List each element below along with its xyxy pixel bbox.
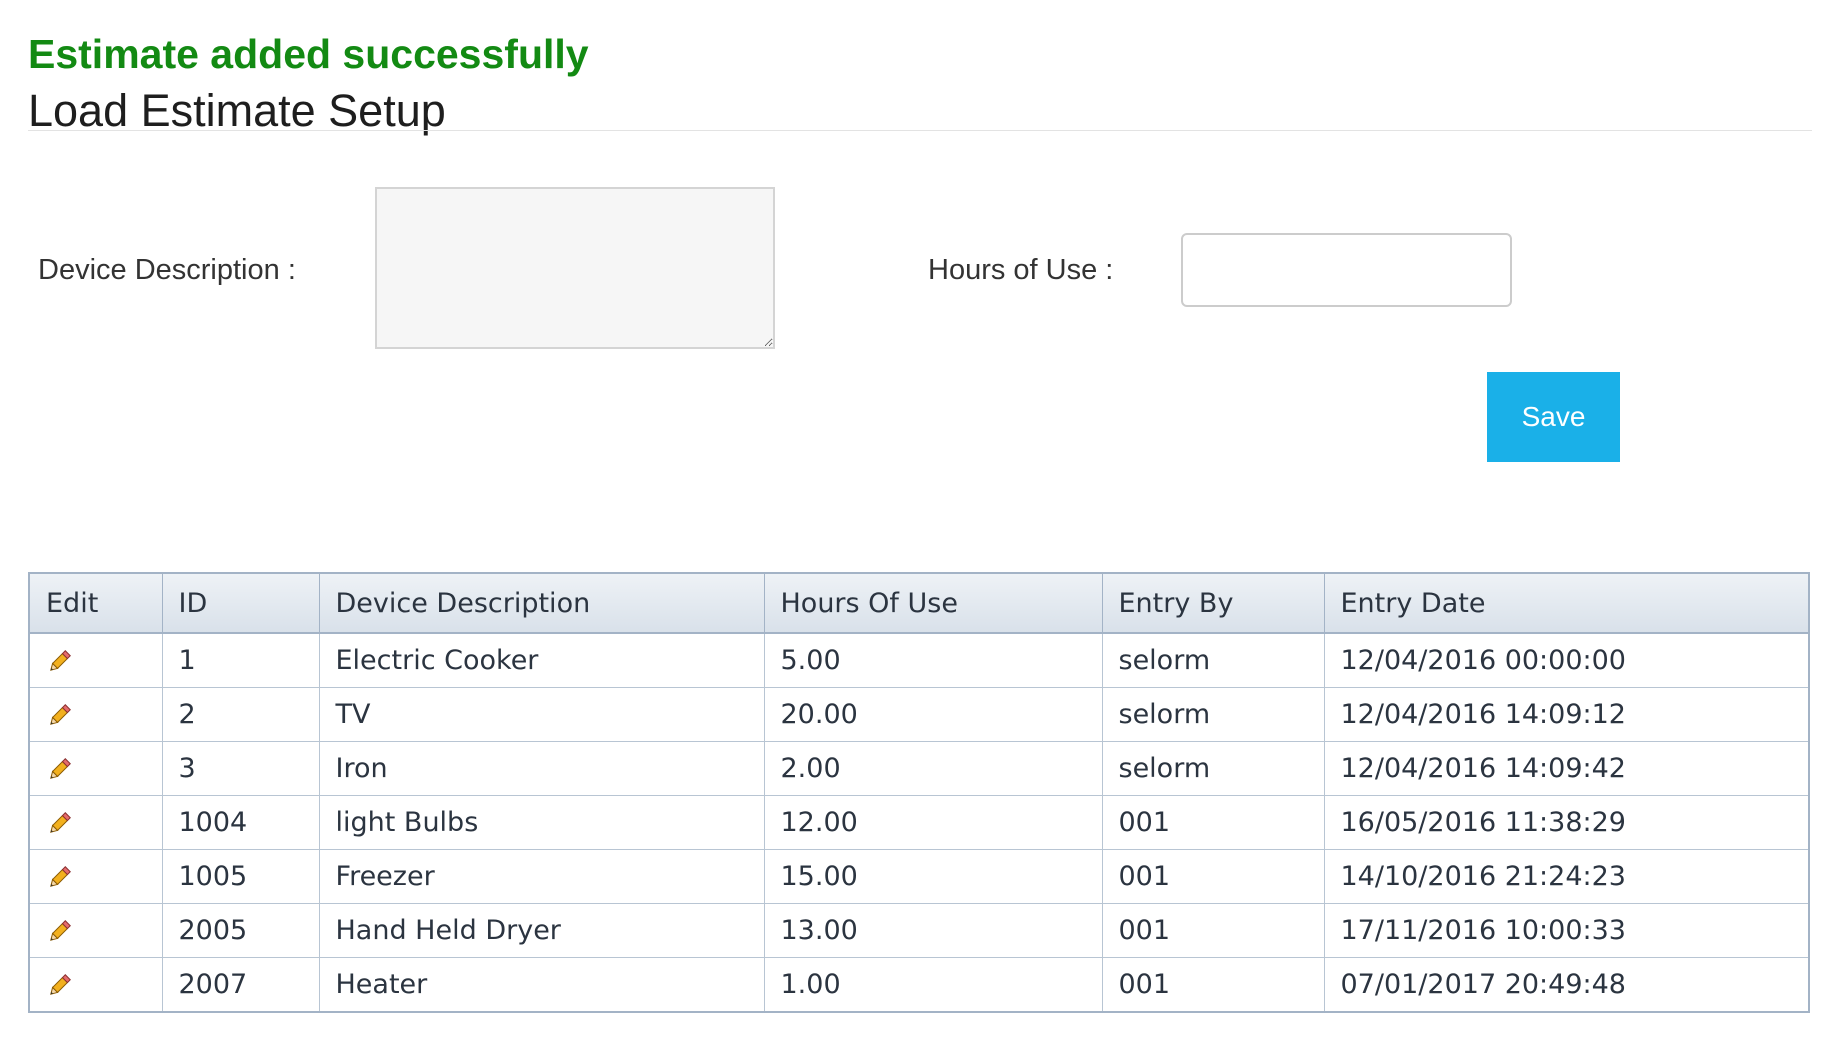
row-device-description: Freezer	[318, 849, 765, 904]
success-message: Estimate added successfully	[28, 31, 589, 77]
row-hours-of-use: 13.00	[763, 903, 1103, 958]
column-header-hours-of-use[interactable]: Hours Of Use	[763, 572, 1103, 634]
row-device-description: Electric Cooker	[318, 632, 765, 688]
row-id: 2007	[161, 957, 320, 1013]
row-id: 3	[161, 741, 320, 796]
pencil-icon[interactable]	[44, 753, 76, 785]
pencil-icon[interactable]	[44, 699, 76, 731]
row-entry-by: selorm	[1101, 632, 1325, 688]
row-entry-date: 17/11/2016 10:00:33	[1323, 903, 1810, 958]
edit-cell	[28, 687, 163, 742]
row-entry-by: 001	[1101, 903, 1325, 958]
row-entry-date: 12/04/2016 14:09:12	[1323, 687, 1810, 742]
edit-cell	[28, 632, 163, 688]
device-description-label: Device Description :	[38, 254, 296, 286]
edit-cell	[28, 957, 163, 1013]
title-divider	[28, 130, 1812, 131]
edit-cell	[28, 795, 163, 850]
row-hours-of-use: 2.00	[763, 741, 1103, 796]
row-hours-of-use: 5.00	[763, 632, 1103, 688]
row-hours-of-use: 15.00	[763, 849, 1103, 904]
table-row: 2007 Heater 1.00 001 07/01/2017 20:49:48	[28, 957, 1810, 1013]
device-description-input[interactable]	[375, 187, 775, 349]
table-row: 2 TV 20.00 selorm 12/04/2016 14:09:12	[28, 687, 1810, 742]
row-entry-date: 12/04/2016 14:09:42	[1323, 741, 1810, 796]
pencil-icon[interactable]	[44, 915, 76, 947]
row-hours-of-use: 12.00	[763, 795, 1103, 850]
pencil-icon[interactable]	[44, 969, 76, 1001]
save-button[interactable]: Save	[1487, 372, 1620, 462]
table-row: 1005 Freezer 15.00 001 14/10/2016 21:24:…	[28, 849, 1810, 904]
row-entry-by: selorm	[1101, 687, 1325, 742]
row-hours-of-use: 1.00	[763, 957, 1103, 1013]
row-hours-of-use: 20.00	[763, 687, 1103, 742]
row-entry-date: 14/10/2016 21:24:23	[1323, 849, 1810, 904]
column-header-id[interactable]: ID	[161, 572, 320, 634]
row-device-description: TV	[318, 687, 765, 742]
row-id: 2005	[161, 903, 320, 958]
hours-of-use-input[interactable]	[1181, 233, 1512, 307]
row-device-description: Heater	[318, 957, 765, 1013]
row-entry-by: 001	[1101, 795, 1325, 850]
row-id: 1	[161, 632, 320, 688]
row-id: 1005	[161, 849, 320, 904]
row-entry-date: 16/05/2016 11:38:29	[1323, 795, 1810, 850]
row-entry-by: 001	[1101, 849, 1325, 904]
table-body: 1 Electric Cooker 5.00 selorm 12/04/2016…	[28, 632, 1810, 1013]
table-row: 1 Electric Cooker 5.00 selorm 12/04/2016…	[28, 632, 1810, 688]
pencil-icon[interactable]	[44, 807, 76, 839]
table-row: 2005 Hand Held Dryer 13.00 001 17/11/201…	[28, 903, 1810, 958]
column-header-edit: Edit	[28, 572, 163, 634]
row-device-description: Hand Held Dryer	[318, 903, 765, 958]
row-id: 1004	[161, 795, 320, 850]
table-row: 3 Iron 2.00 selorm 12/04/2016 14:09:42	[28, 741, 1810, 796]
estimates-table: Edit ID Device Description Hours Of Use …	[28, 572, 1810, 1013]
pencil-icon[interactable]	[44, 645, 76, 677]
edit-cell	[28, 903, 163, 958]
hours-of-use-label: Hours of Use :	[928, 254, 1114, 286]
column-header-device-description[interactable]: Device Description	[318, 572, 765, 634]
row-entry-date: 12/04/2016 00:00:00	[1323, 632, 1810, 688]
row-device-description: light Bulbs	[318, 795, 765, 850]
row-device-description: Iron	[318, 741, 765, 796]
edit-cell	[28, 849, 163, 904]
table-row: 1004 light Bulbs 12.00 001 16/05/2016 11…	[28, 795, 1810, 850]
pencil-icon[interactable]	[44, 861, 76, 893]
table-header-row: Edit ID Device Description Hours Of Use …	[28, 572, 1810, 634]
row-id: 2	[161, 687, 320, 742]
row-entry-by: 001	[1101, 957, 1325, 1013]
column-header-entry-date[interactable]: Entry Date	[1323, 572, 1810, 634]
row-entry-by: selorm	[1101, 741, 1325, 796]
row-entry-date: 07/01/2017 20:49:48	[1323, 957, 1810, 1013]
column-header-entry-by[interactable]: Entry By	[1101, 572, 1325, 634]
edit-cell	[28, 741, 163, 796]
